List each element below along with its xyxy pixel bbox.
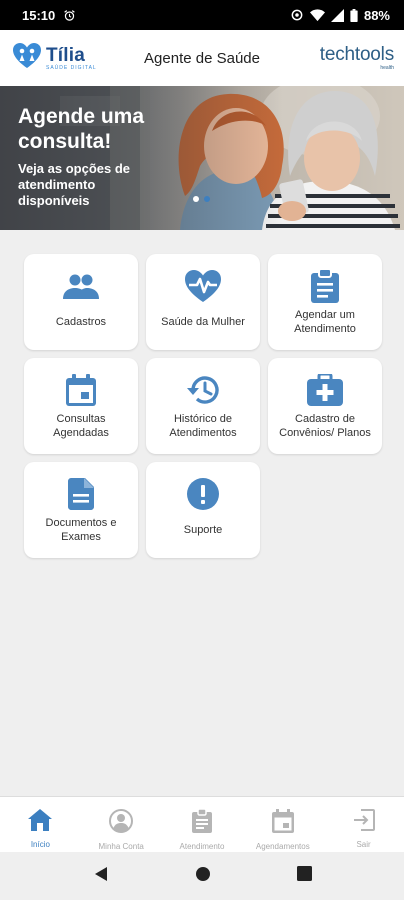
nav-label: Minha Conta	[98, 842, 144, 851]
home-icon	[28, 809, 53, 836]
tile-label: Cadastro de Convênios/ Planos	[279, 413, 371, 439]
carousel-dot[interactable]	[193, 196, 199, 202]
nav-atendimento[interactable]: Atendimento	[162, 797, 243, 852]
nav-label: Agendamentos	[255, 842, 310, 851]
nav-label: Sair	[356, 840, 371, 849]
tile-label: Documentos e Exames	[45, 517, 117, 543]
tile-label: Consultas Agendadas	[53, 413, 109, 439]
alarm-icon	[63, 9, 76, 22]
signal-icon	[330, 8, 344, 22]
techtools-logo-subtitle: health	[380, 65, 394, 71]
exit-icon	[353, 809, 375, 836]
home-circle-icon[interactable]	[195, 866, 211, 887]
history-icon	[186, 372, 220, 408]
battery-icon	[350, 8, 358, 22]
data-saver-icon	[290, 8, 304, 22]
tilia-logo-subtitle: SAÚDE DIGITAL	[46, 64, 97, 71]
tilia-logo-icon	[12, 42, 42, 75]
heart-pulse-icon	[184, 268, 222, 304]
tile-cadastros[interactable]: Cadastros	[24, 254, 138, 350]
app-header: Tília SAÚDE DIGITAL Agente de Saúde tech…	[0, 30, 404, 86]
tile-label: Histórico de Atendimentos	[169, 413, 237, 439]
promo-banner[interactable]: Agende uma consulta! Veja as opções de a…	[0, 86, 404, 230]
wifi-icon	[309, 8, 325, 22]
document-icon	[68, 476, 94, 512]
techtools-logo-name: techtools	[319, 44, 394, 65]
tilia-logo: Tília SAÚDE DIGITAL	[12, 42, 97, 75]
techtools-logo: techtools health	[320, 45, 394, 71]
carousel-dot-active[interactable]	[204, 196, 210, 202]
tile-label: Agendar um Atendimento	[294, 309, 356, 335]
tile-documentos-exames[interactable]: Documentos e Exames	[24, 462, 138, 558]
back-icon[interactable]	[93, 866, 109, 887]
battery-percent: 88%	[363, 7, 390, 23]
tile-suporte[interactable]: Suporte	[146, 462, 260, 558]
tile-label: Saúde da Mulher	[161, 316, 245, 328]
account-icon	[109, 809, 134, 838]
system-nav-bar	[0, 852, 404, 900]
clipboard-icon	[311, 268, 339, 304]
status-bar: 15:10 88%	[0, 0, 404, 30]
clipboard-icon	[191, 808, 212, 838]
people-icon	[63, 268, 99, 304]
nav-minha-conta[interactable]: Minha Conta	[81, 797, 162, 852]
nav-label: Início	[30, 840, 50, 849]
tilia-logo-name: Tília	[46, 44, 86, 66]
tile-cadastro-convenios[interactable]: Cadastro de Convênios/ Planos	[268, 358, 382, 454]
nav-label: Atendimento	[179, 842, 225, 851]
tile-saude-da-mulher[interactable]: Saúde da Mulher	[146, 254, 260, 350]
nav-sair[interactable]: Sair	[323, 797, 404, 852]
tile-label: Suporte	[183, 524, 223, 536]
banner-headline: Agende uma consulta!	[18, 105, 145, 153]
bottom-nav: Início Minha Conta Atendimento Agendamen…	[0, 796, 404, 852]
status-time: 15:10	[22, 7, 56, 23]
tile-label: Cadastros	[55, 316, 107, 328]
tile-consultas-agendadas[interactable]: Consultas Agendadas	[24, 358, 138, 454]
nav-inicio[interactable]: Início	[0, 797, 81, 852]
banner-subline: Veja as opções de atendimento disponívei…	[18, 161, 131, 208]
calendar-icon	[271, 809, 294, 838]
calendar-icon	[66, 372, 96, 408]
tile-historico-atendimentos[interactable]: Histórico de Atendimentos	[146, 358, 260, 454]
recents-icon[interactable]	[296, 866, 312, 886]
tile-agendar-atendimento[interactable]: Agendar um Atendimento	[268, 254, 382, 350]
medical-case-icon	[307, 372, 343, 408]
nav-agendamentos[interactable]: Agendamentos	[242, 797, 323, 852]
alert-circle-icon	[187, 476, 219, 512]
